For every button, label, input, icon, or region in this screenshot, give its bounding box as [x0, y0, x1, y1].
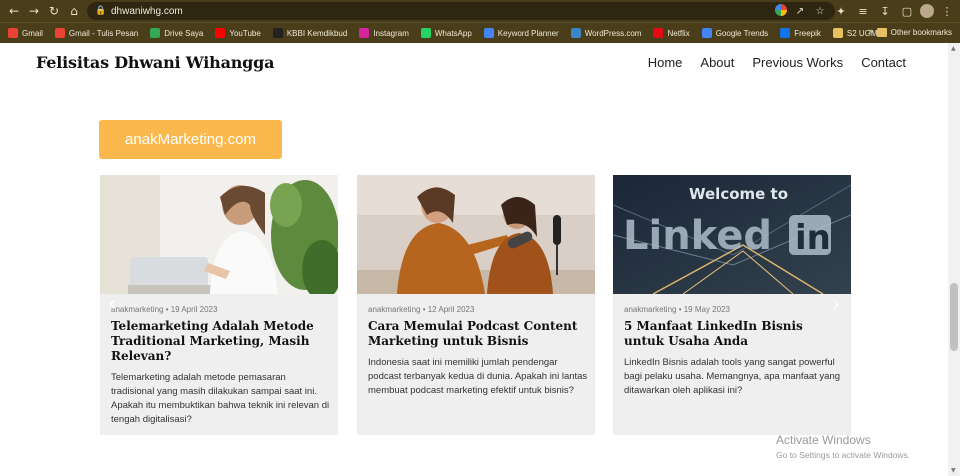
- bookmark-favicon-icon: [359, 28, 370, 38]
- bookmark-label: KBBI Kemdikbud: [286, 28, 348, 38]
- reading-list-icon[interactable]: ≡: [854, 1, 872, 21]
- post-card[interactable]: Welcome to Linked in anakmarketing • 19 …: [613, 175, 851, 435]
- post-title[interactable]: Cara Memulai Podcast Content Marketing u…: [368, 319, 590, 349]
- bookmark-label: WordPress.com: [584, 28, 642, 38]
- post-excerpt: Indonesia saat ini memiliki jumlah pende…: [368, 357, 588, 396]
- bookmark-favicon-icon: [272, 28, 283, 38]
- bookmark-label: Keyword Planner: [497, 28, 559, 38]
- watermark-title: Activate Windows: [776, 433, 871, 447]
- bookmark-favicon-icon: [780, 28, 791, 38]
- image-welcome-text: Welcome to: [689, 185, 788, 203]
- bookmark-favicon-icon: [420, 28, 431, 38]
- post-meta: anakmarketing • 19 May 2023: [624, 305, 730, 314]
- post-meta: anakmarketing • 12 April 2023: [368, 305, 475, 314]
- download-icon[interactable]: ↧: [876, 1, 894, 21]
- bookmark-item[interactable]: Drive Saya: [150, 28, 203, 38]
- address-bar[interactable]: 🔒 dhwaniwhg.com ↗ ☆: [87, 2, 835, 20]
- bookmarks-overflow-icon[interactable]: »: [868, 27, 874, 37]
- bookmark-favicon-icon: [701, 28, 712, 38]
- lock-icon: 🔒: [95, 6, 107, 16]
- post-excerpt: LinkedIn Bisnis adalah tools yang sangat…: [624, 357, 841, 396]
- forward-icon[interactable]: →: [24, 1, 44, 21]
- post-card[interactable]: anakmarketing • 19 April 2023 Telemarket…: [100, 175, 338, 435]
- nav-previous-works[interactable]: Previous Works: [752, 55, 843, 70]
- bookmark-star-icon[interactable]: ☆: [813, 4, 827, 18]
- folder-icon: [876, 28, 887, 37]
- bookmark-favicon-icon: [832, 28, 843, 38]
- bookmark-item[interactable]: Gmail: [8, 28, 43, 38]
- bookmark-item[interactable]: Google Trends: [701, 28, 769, 38]
- page-scrollbar[interactable]: ▲ ▼: [948, 43, 960, 476]
- scrollbar-thumb[interactable]: [950, 283, 958, 351]
- home-icon[interactable]: ⌂: [64, 1, 84, 21]
- bookmark-item[interactable]: Keyword Planner: [483, 28, 559, 38]
- browser-toolbar: ← → ↻ ⌂ 🔒 dhwaniwhg.com ↗ ☆ ✦ ≡ ↧ ▢ ⋮: [0, 0, 960, 22]
- reload-icon[interactable]: ↻: [44, 1, 64, 21]
- post-thumbnail[interactable]: [357, 175, 595, 294]
- bookmark-label: WhatsApp: [434, 28, 472, 38]
- bookmark-favicon-icon: [8, 28, 18, 38]
- other-bookmarks[interactable]: Other bookmarks: [876, 28, 952, 37]
- bookmark-label: Gmail: [22, 28, 43, 38]
- post-excerpt: Telemarketing adalah metode pemasaran tr…: [111, 372, 330, 425]
- bookmark-label: Google Trends: [715, 28, 769, 38]
- nav-about[interactable]: About: [700, 55, 734, 70]
- nav-contact[interactable]: Contact: [861, 55, 906, 70]
- share-icon[interactable]: ↗: [793, 4, 807, 18]
- bookmark-favicon-icon: [570, 28, 581, 38]
- bookmark-label: YouTube: [229, 28, 261, 38]
- bookmark-label: Netflix: [667, 28, 690, 38]
- other-bookmarks-label: Other bookmarks: [890, 28, 952, 37]
- profile-avatar[interactable]: [920, 4, 934, 18]
- post-title[interactable]: Telemarketing Adalah Metode Traditional …: [111, 319, 333, 364]
- post-card[interactable]: anakmarketing • 12 April 2023 Cara Memul…: [357, 175, 595, 435]
- slider-next-icon[interactable]: ›: [828, 290, 844, 318]
- bookmark-item[interactable]: Netflix: [653, 28, 690, 38]
- svg-text:Linked: Linked: [623, 213, 772, 259]
- bookmark-favicon-icon: [483, 28, 494, 38]
- bookmark-favicon-icon: [54, 28, 65, 38]
- post-title[interactable]: 5 Manfaat LinkedIn Bisnis untuk Usaha An…: [624, 319, 846, 349]
- bookmarks-bar: Gmail Gmail - Tulis Pesan Drive Saya YouTub…: [0, 22, 960, 43]
- extensions-icon[interactable]: ✦: [832, 1, 850, 21]
- scroll-down-icon[interactable]: ▼: [951, 467, 956, 474]
- side-panel-icon[interactable]: ▢: [898, 1, 916, 21]
- url-text: dhwaniwhg.com: [111, 5, 183, 17]
- slider-prev-icon[interactable]: ‹: [104, 290, 120, 318]
- scroll-up-icon[interactable]: ▲: [951, 45, 956, 52]
- bookmark-item[interactable]: Freepik: [780, 28, 821, 38]
- post-meta: anakmarketing • 19 April 2023: [111, 305, 218, 314]
- watermark-subtitle: Go to Settings to activate Windows.: [776, 450, 911, 460]
- windows-activation-watermark: Activate Windows Go to Settings to activ…: [776, 433, 910, 460]
- web-page: Felisitas Dhwani Wihangga Home About Pre…: [0, 43, 948, 476]
- svg-text:in: in: [795, 218, 831, 258]
- bookmark-item[interactable]: WordPress.com: [570, 28, 642, 38]
- category-button[interactable]: anakMarketing.com: [99, 120, 282, 159]
- site-title[interactable]: Felisitas Dhwani Wihangga: [36, 53, 275, 72]
- bookmark-label: Drive Saya: [164, 28, 204, 38]
- back-icon[interactable]: ←: [4, 1, 24, 21]
- bookmark-item[interactable]: KBBI Kemdikbud: [272, 28, 348, 38]
- google-lens-icon[interactable]: [775, 4, 787, 16]
- bookmark-label: Freepik: [794, 28, 821, 38]
- bookmark-label: Instagram: [373, 28, 409, 38]
- bookmark-label: Gmail - Tulis Pesan: [68, 28, 139, 38]
- bookmark-favicon-icon: [150, 28, 161, 38]
- bookmark-item[interactable]: YouTube: [215, 28, 261, 38]
- post-thumbnail[interactable]: [100, 175, 338, 294]
- menu-kebab-icon[interactable]: ⋮: [938, 1, 956, 21]
- post-thumbnail[interactable]: Welcome to Linked in: [613, 175, 851, 294]
- bookmark-item[interactable]: WhatsApp: [420, 28, 472, 38]
- bookmark-favicon-icon: [653, 28, 664, 38]
- bookmark-favicon-icon: [215, 28, 226, 38]
- bookmark-item[interactable]: Gmail - Tulis Pesan: [54, 28, 139, 38]
- bookmark-item[interactable]: Instagram: [359, 28, 409, 38]
- nav-home[interactable]: Home: [648, 55, 683, 70]
- site-nav: Home About Previous Works Contact: [648, 55, 906, 70]
